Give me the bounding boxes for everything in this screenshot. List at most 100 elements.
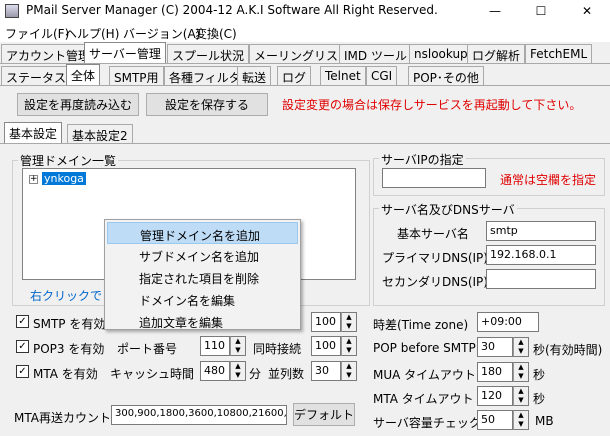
mta-timeout-spinner[interactable]: ▲ ▼ xyxy=(513,386,529,406)
menu-convert[interactable]: 変換(C) xyxy=(195,25,237,42)
close-button[interactable]: ✕ xyxy=(564,0,610,22)
menu-help[interactable]: ヘルプ(H) xyxy=(65,25,119,42)
parallel-field[interactable]: 30 xyxy=(311,361,341,381)
tab-nslookup[interactable]: nslookup xyxy=(409,44,473,63)
port-spinner[interactable]: ▲ ▼ xyxy=(230,336,246,356)
tab-imd-tool[interactable]: IMD ツール xyxy=(339,44,412,63)
server-ip-field[interactable] xyxy=(382,168,486,188)
cache-time-field[interactable]: 480 xyxy=(200,361,230,381)
secondary-dns-field[interactable] xyxy=(486,269,596,289)
mta-timeout-field[interactable]: 120 xyxy=(477,386,513,406)
server-name-label: 基本サーバ名 xyxy=(397,227,469,241)
mta-enable-checkbox[interactable]: ✓ xyxy=(16,365,29,378)
tab-basic-settings-2[interactable]: 基本設定2 xyxy=(67,124,133,143)
context-menu: 管理ドメイン名を追加 サブドメイン名を追加 指定された項目を削除 ドメイン名を編… xyxy=(104,219,301,330)
spin-up-icon: ▲ xyxy=(346,362,352,370)
mua-timeout-field[interactable]: 180 xyxy=(477,362,513,382)
spin-up-icon: ▲ xyxy=(346,337,352,345)
app-icon xyxy=(5,4,19,18)
mta-enable-label: MTA を有効 xyxy=(33,367,98,381)
title-bar: PMail Server Manager (C) 2004-12 A.K.I S… xyxy=(0,0,610,22)
spin-up-icon: ▲ xyxy=(518,411,524,419)
domain-tree-item[interactable]: ynkoga xyxy=(42,172,86,185)
parallel-label: 並列数 xyxy=(268,367,305,381)
tab-cgi[interactable]: CGI xyxy=(366,66,398,85)
cache-time-unit: 分 xyxy=(249,367,262,381)
parallel-spinner[interactable]: ▲ ▼ xyxy=(341,361,357,381)
context-delete-item[interactable]: 指定された項目を削除 xyxy=(107,266,298,288)
pop3-enable-checkbox[interactable]: ✓ xyxy=(16,340,29,353)
spin-down-icon: ▼ xyxy=(346,346,352,354)
reload-settings-button[interactable]: 設定を再度読み込む xyxy=(17,93,139,116)
tab-filters[interactable]: 各種フィルタ xyxy=(164,66,246,85)
context-edit-domain[interactable]: ドメイン名を編集 xyxy=(107,288,298,310)
tab-spool[interactable]: スプール状況 xyxy=(167,44,250,63)
tab-account[interactable]: アカウント管理 xyxy=(1,44,96,63)
capacity-check-spinner[interactable]: ▲ ▼ xyxy=(513,410,529,430)
cache-time-label: キャッシュ時間 xyxy=(110,367,195,381)
pop3-connections-field[interactable]: 100 xyxy=(311,336,341,356)
menu-version[interactable]: バージョン(A) xyxy=(123,25,200,42)
capacity-check-field[interactable]: 50 xyxy=(477,410,513,430)
spin-down-icon: ▼ xyxy=(518,396,524,404)
context-add-domain[interactable]: 管理ドメイン名を追加 xyxy=(107,222,298,244)
tab-smtp[interactable]: SMTP用 xyxy=(109,66,164,85)
spin-down-icon: ▼ xyxy=(346,371,352,379)
port-label: ポート番号 xyxy=(117,342,178,356)
spin-up-icon: ▲ xyxy=(518,338,524,346)
primary-dns-label: プライマリDNS(IP) xyxy=(382,251,488,265)
secondary-dns-label: セカンダリDNS(IP) xyxy=(382,275,488,289)
timezone-label: 時差(Time zone) xyxy=(373,318,469,332)
timezone-field[interactable]: +09:00 xyxy=(477,312,539,332)
default-button[interactable]: デフォルト xyxy=(293,403,355,426)
maximize-button[interactable]: ☐ xyxy=(518,0,564,22)
server-ip-legend: サーバIPの指定 xyxy=(379,151,466,168)
window-title: PMail Server Manager (C) 2004-12 A.K.I S… xyxy=(26,3,438,17)
tab-log-analysis[interactable]: ログ解析 xyxy=(467,44,526,63)
mta-timeout-unit: 秒 xyxy=(533,392,546,406)
smtp-connections-spinner[interactable]: ▲ ▼ xyxy=(341,312,357,332)
resend-count-field[interactable]: 300,900,1800,3600,10800,21600,432 xyxy=(111,405,287,425)
context-add-subdomain[interactable]: サブドメイン名を追加 xyxy=(107,244,298,266)
expand-icon[interactable]: + xyxy=(29,175,38,184)
tab-forward[interactable]: 転送 xyxy=(237,66,272,85)
pop-before-smtp-label: POP before SMTP xyxy=(373,341,476,355)
tab-basic-settings[interactable]: 基本設定 xyxy=(4,122,63,143)
server-name-field[interactable]: smtp xyxy=(486,221,596,241)
tab-fetcheml[interactable]: FetchEML xyxy=(525,44,593,63)
server-ip-note: 通常は空欄を指定 xyxy=(500,173,597,187)
smtp-enable-checkbox[interactable]: ✓ xyxy=(16,315,29,328)
dns-legend: サーバ名及びDNSサーバ xyxy=(379,201,517,218)
tab-log[interactable]: ログ xyxy=(277,66,312,85)
spin-down-icon: ▼ xyxy=(346,322,352,330)
spin-down-icon: ▼ xyxy=(518,347,524,355)
cache-time-spinner[interactable]: ▲ ▼ xyxy=(230,361,246,381)
tab-pop-other[interactable]: POP･その他 xyxy=(408,66,484,85)
spin-down-icon: ▼ xyxy=(235,346,241,354)
pop-before-smtp-field[interactable]: 30 xyxy=(477,337,513,357)
mua-timeout-unit: 秒 xyxy=(533,368,546,382)
spin-up-icon: ▲ xyxy=(518,387,524,395)
tab-server[interactable]: サーバー管理 xyxy=(84,42,166,63)
port-field[interactable]: 110 xyxy=(200,336,230,356)
pop-before-smtp-spinner[interactable]: ▲ ▼ xyxy=(513,337,529,357)
pop3-connections-spinner[interactable]: ▲ ▼ xyxy=(341,336,357,356)
resend-count-label: MTA再送カウント xyxy=(14,411,111,425)
pop3-enable-label: POP3 を有効 xyxy=(33,342,105,356)
pop-before-smtp-unit: 秒(有効時間) xyxy=(533,343,603,357)
minimize-button[interactable]: — xyxy=(472,0,518,22)
primary-dns-field[interactable]: 192.168.0.1 xyxy=(486,245,596,265)
spin-up-icon: ▲ xyxy=(518,363,524,371)
smtp-connections-field[interactable]: 100 xyxy=(311,312,341,332)
spin-up-icon: ▲ xyxy=(235,362,241,370)
tab-status[interactable]: ステータス xyxy=(1,66,72,85)
tab-telnet[interactable]: Telnet xyxy=(320,66,366,85)
save-settings-button[interactable]: 設定を保存する xyxy=(146,93,268,116)
domain-list-legend: 管理ドメイン一覧 xyxy=(18,152,119,169)
mua-timeout-label: MUA タイムアウト xyxy=(373,368,476,382)
tab-general[interactable]: 全体 xyxy=(66,64,101,85)
concurrent-label: 同時接続 xyxy=(253,342,302,356)
mua-timeout-spinner[interactable]: ▲ ▼ xyxy=(513,362,529,382)
menu-file[interactable]: ファイル(F) xyxy=(5,25,69,42)
context-edit-appended-text[interactable]: 追加文章を編集 xyxy=(107,310,298,332)
